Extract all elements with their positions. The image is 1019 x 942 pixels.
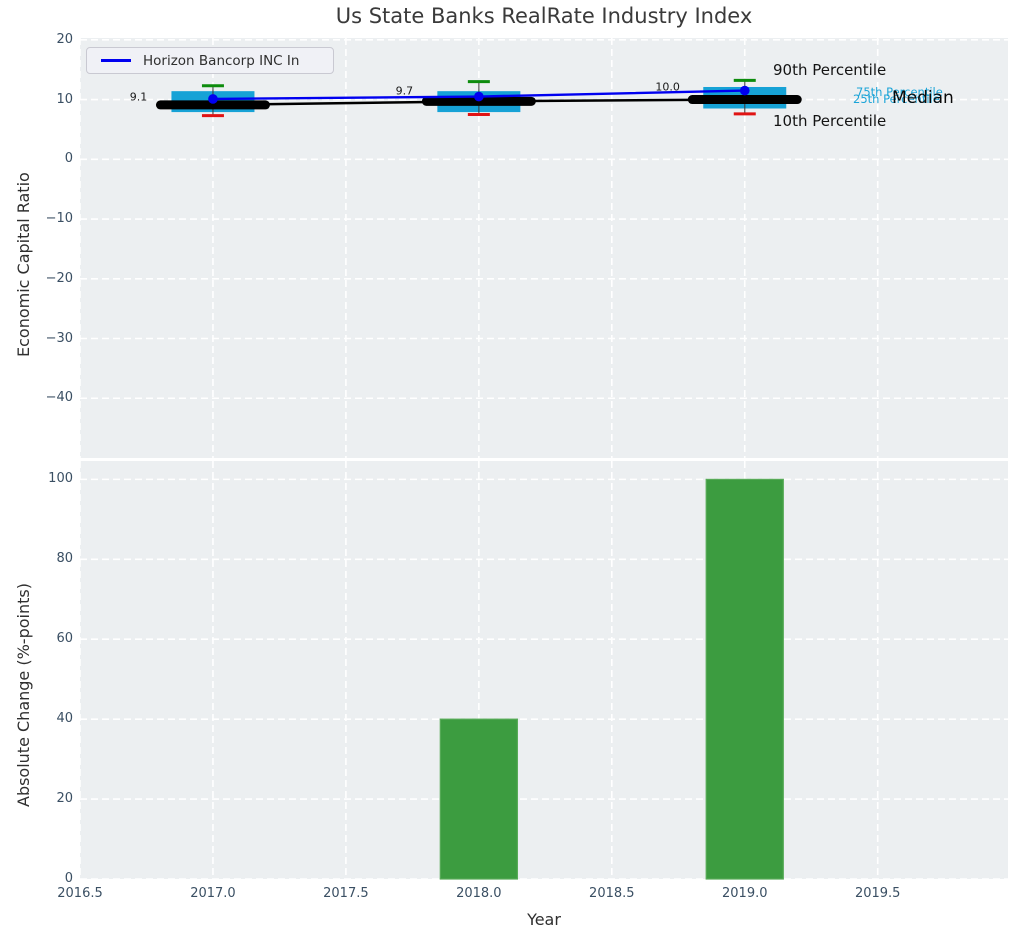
bottom-y-axis-label: Absolute Change (%-points) — [14, 583, 33, 807]
top-y-tick-label: −10 — [11, 211, 73, 226]
bottom-y-tick-label: 60 — [11, 631, 73, 646]
company-marker-2019 — [740, 86, 750, 96]
bar-2018 — [440, 719, 517, 879]
plot-background — [80, 461, 1008, 879]
x-tick-label: 2017.5 — [323, 886, 369, 901]
top-y-tick-label: 0 — [11, 151, 73, 166]
plot-canvas — [0, 0, 1019, 942]
company-marker-2017 — [208, 94, 218, 104]
legend-entry-label: Horizon Bancorp INC In — [143, 53, 299, 69]
median-value-annotation: 9.1 — [130, 91, 148, 104]
bottom-y-tick-label: 20 — [11, 791, 73, 806]
company-marker-2018 — [474, 92, 484, 102]
legend-box: Horizon Bancorp INC In — [86, 47, 334, 74]
top-y-tick-label: 10 — [11, 92, 73, 107]
annotation-median: Median — [892, 88, 954, 108]
legend-line-sample — [101, 59, 131, 62]
top-y-tick-label: −30 — [11, 331, 73, 346]
median-value-annotation: 9.7 — [396, 85, 414, 98]
x-tick-label: 2018.5 — [589, 886, 635, 901]
x-tick-label: 2019.0 — [722, 886, 768, 901]
top-y-axis-label: Economic Capital Ratio — [14, 172, 33, 357]
x-tick-label: 2018.0 — [456, 886, 502, 901]
top-y-tick-label: −40 — [11, 390, 73, 405]
median-value-annotation: 10.0 — [655, 80, 680, 93]
figure: Us State Banks RealRate Industry Index E… — [0, 0, 1019, 942]
annotation-10th-percentile: 10th Percentile — [773, 112, 886, 130]
bottom-y-tick-label: 80 — [11, 551, 73, 566]
annotation-90th-percentile: 90th Percentile — [773, 61, 886, 79]
x-tick-label: 2019.5 — [855, 886, 901, 901]
x-tick-label: 2017.0 — [190, 886, 236, 901]
bottom-y-tick-label: 0 — [11, 871, 73, 886]
top-y-tick-label: −20 — [11, 271, 73, 286]
bar-2019 — [706, 479, 783, 879]
top-y-tick-label: 20 — [11, 32, 73, 47]
bottom-y-tick-label: 100 — [11, 471, 73, 486]
x-tick-label: 2016.5 — [57, 886, 103, 901]
bottom-y-tick-label: 40 — [11, 711, 73, 726]
chart-title: Us State Banks RealRate Industry Index — [336, 4, 753, 28]
x-axis-label: Year — [527, 910, 561, 929]
